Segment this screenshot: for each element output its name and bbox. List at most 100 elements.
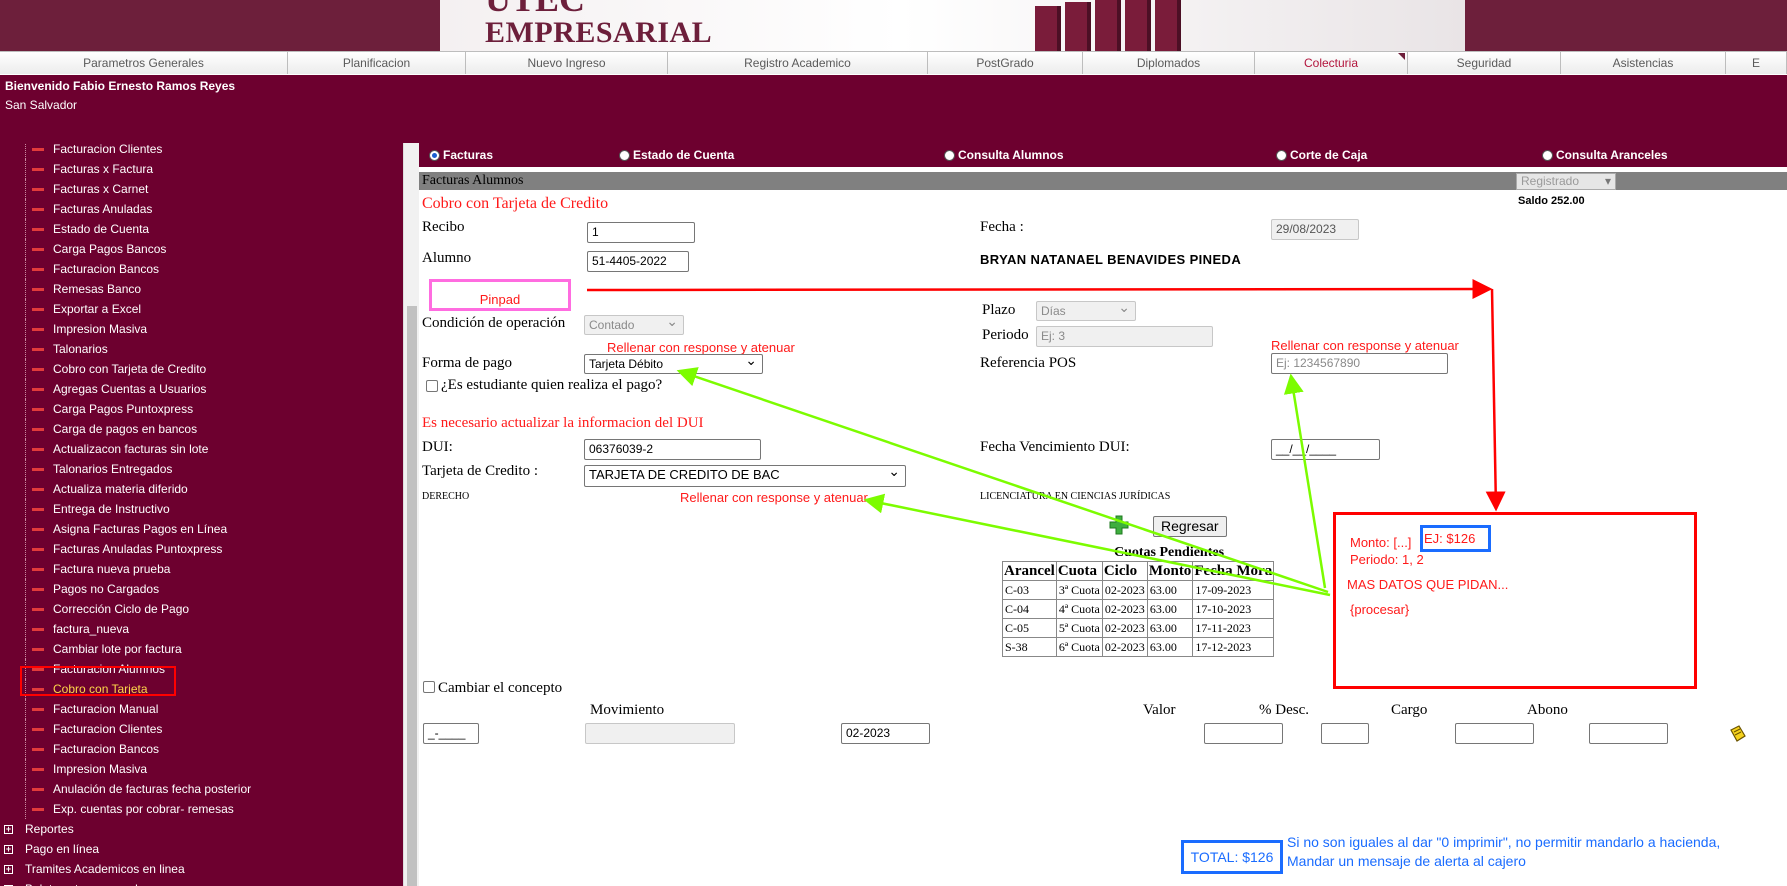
sidebar-item-exp-cuentas-por-cobrar-remesas[interactable]: Exp. cuentas por cobrar- remesas bbox=[0, 799, 395, 819]
sidebar-root-boletas-otros-aranceles[interactable]: +Boletas otros aranceles bbox=[0, 879, 395, 886]
radio-estado-cuenta[interactable]: Estado de Cuenta bbox=[619, 148, 734, 162]
sidebar-scrollbar[interactable] bbox=[403, 143, 419, 886]
dui-input[interactable]: 06376039-2 bbox=[584, 439, 761, 460]
sidebar-item-correccion-ciclo-de-pago[interactable]: Corrección Ciclo de Pago bbox=[0, 599, 395, 619]
sidebar-item-pagos-no-cargados[interactable]: Pagos no Cargados bbox=[0, 579, 395, 599]
cuotas-header-row: Arancel Cuota Ciclo Monto Fecha Mora bbox=[1002, 561, 1275, 581]
sidebar-item-carga-de-pagos-en-bancos[interactable]: Carga de pagos en bancos bbox=[0, 419, 395, 439]
tab-postgrado[interactable]: PostGrado bbox=[928, 52, 1083, 74]
sidebar-root-reportes[interactable]: + Reportes bbox=[0, 819, 395, 839]
pinpad-button[interactable]: Pinpad bbox=[429, 279, 571, 311]
tab-colecturia[interactable]: Colecturia bbox=[1255, 52, 1408, 74]
tab-nuevo-ingreso[interactable]: Nuevo Ingreso bbox=[466, 52, 668, 74]
table-cell: 63.00 bbox=[1146, 580, 1194, 600]
recibo-input[interactable]: 1 bbox=[587, 222, 695, 243]
sidebar-item-actualizacon-facturas-sin-lote[interactable]: Actualizacon facturas sin lote bbox=[0, 439, 395, 459]
total-note-line-2: Mandar un mensaje de alerta al cajero bbox=[1287, 853, 1526, 869]
welcome-user: Bienvenido Fabio Ernesto Ramos Reyes bbox=[5, 79, 236, 93]
tab-registro-academico[interactable]: Registro Academico bbox=[668, 52, 928, 74]
sidebar-item-agregas-cuentas-a-usuarios[interactable]: Agregas Cuentas a Usuarios bbox=[0, 379, 395, 399]
sidebar-scroll-thumb[interactable] bbox=[407, 306, 417, 886]
tarjeta-select[interactable]: TARJETA DE CREDITO DE BAC bbox=[584, 465, 906, 487]
tab-seguridad[interactable]: Seguridad bbox=[1408, 52, 1561, 74]
tab-asistencias[interactable]: Asistencias bbox=[1561, 52, 1726, 74]
add-plus-icon[interactable] bbox=[1109, 515, 1129, 535]
save-note-icon[interactable] bbox=[1729, 725, 1747, 743]
sidebar-item-actualiza-materia-diferido[interactable]: Actualiza materia diferido bbox=[0, 479, 395, 499]
tree-connector bbox=[25, 239, 26, 259]
referencia-input[interactable]: Ej: 1234567890 bbox=[1271, 353, 1448, 374]
tab-more[interactable]: E bbox=[1726, 52, 1787, 74]
cambiar-concepto-checkbox[interactable] bbox=[423, 681, 435, 693]
desc-input[interactable] bbox=[1321, 723, 1369, 744]
sidebar-root-label: Tramites Academicos en linea bbox=[25, 862, 185, 876]
tab-parametros-generales[interactable]: Parametros Generales bbox=[0, 52, 288, 74]
venc-dui-input[interactable]: __/__/____ bbox=[1271, 439, 1380, 460]
menu-dash-icon bbox=[32, 427, 44, 431]
tab-planificacion[interactable]: Planificacion bbox=[288, 52, 466, 74]
dui-warning: Es necesario actualizar la informacion d… bbox=[422, 415, 704, 431]
menu-dash-icon bbox=[32, 147, 44, 151]
fecha-input: 29/08/2023 bbox=[1271, 219, 1359, 240]
table-cell: 63.00 bbox=[1146, 637, 1194, 657]
sidebar-item-impresion-masiva[interactable]: Impresion Masiva bbox=[0, 319, 395, 339]
sidebar-item-factura-nueva-prueba[interactable]: Factura nueva prueba bbox=[0, 559, 395, 579]
table-cell: 5ª Cuota bbox=[1055, 618, 1103, 638]
sidebar-item-anulacion-de-facturas-fecha-posterior[interactable]: Anulación de facturas fecha posterior bbox=[0, 779, 395, 799]
tree-connector bbox=[25, 419, 26, 439]
radio-consulta-aranceles[interactable]: Consulta Aranceles bbox=[1542, 148, 1668, 162]
sidebar-item-facturas-anuladas-puntoxpress[interactable]: Facturas Anuladas Puntoxpress bbox=[0, 539, 395, 559]
sidebar-item-remesas-banco[interactable]: Remesas Banco bbox=[0, 279, 395, 299]
sidebar-item-entrega-de-instructivo[interactable]: Entrega de Instructivo bbox=[0, 499, 395, 519]
sidebar-item-estado-de-cuenta[interactable]: Estado de Cuenta bbox=[0, 219, 395, 239]
menu-dash-icon bbox=[32, 267, 44, 271]
welcome-band: Bienvenido Fabio Ernesto Ramos Reyes San… bbox=[0, 75, 1787, 143]
alumno-input[interactable]: 51-4405-2022 bbox=[587, 251, 689, 272]
sidebar-item-label: Talonarios bbox=[53, 342, 108, 356]
radio-consulta-alumnos[interactable]: Consulta Alumnos bbox=[944, 148, 1064, 162]
sidebar-item-label: Impresion Masiva bbox=[53, 322, 148, 336]
sidebar-item-facturas-x-factura[interactable]: Facturas x Factura bbox=[0, 159, 395, 179]
expand-plus-icon[interactable]: + bbox=[4, 864, 13, 874]
tab-diplomados[interactable]: Diplomados bbox=[1083, 52, 1255, 74]
expand-plus-icon[interactable]: + bbox=[4, 844, 13, 854]
sidebar-item-facturacion-clientes[interactable]: Facturacion Clientes bbox=[0, 143, 395, 159]
sidebar-item-carga-pagos-bancos[interactable]: Carga Pagos Bancos bbox=[0, 239, 395, 259]
cuotas-title: Cuotas Pendientes bbox=[1113, 545, 1225, 560]
cargo-input[interactable] bbox=[1455, 723, 1534, 744]
sidebar-item-facturacion-clientes[interactable]: Facturacion Clientes bbox=[0, 719, 395, 739]
sidebar-item-facturas-x-carnet[interactable]: Facturas x Carnet bbox=[0, 179, 395, 199]
abono-label: Abono bbox=[1527, 702, 1568, 718]
abono-input[interactable] bbox=[1589, 723, 1668, 744]
radio-facturas[interactable]: Facturas bbox=[429, 148, 493, 162]
sidebar-root-pago-en-linea[interactable]: + Pago en línea bbox=[0, 839, 395, 859]
sidebar-item-carga-pagos-puntoxpress[interactable]: Carga Pagos Puntoxpress bbox=[0, 399, 395, 419]
sidebar-item-impresion-masiva[interactable]: Impresion Masiva bbox=[0, 759, 395, 779]
sidebar-item-label: Remesas Banco bbox=[53, 282, 142, 296]
sidebar-item-facturacion-bancos[interactable]: Facturacion Bancos bbox=[0, 259, 395, 279]
sidebar-item-label: Agregas Cuentas a Usuarios bbox=[53, 382, 207, 396]
sidebar-item-factura-nueva[interactable]: factura_nueva bbox=[0, 619, 395, 639]
sidebar-item-facturacion-bancos[interactable]: Facturacion Bancos bbox=[0, 739, 395, 759]
ciclo-input[interactable]: 02-2023 bbox=[841, 723, 930, 744]
sidebar-item-exportar-a-excel[interactable]: Exportar a Excel bbox=[0, 299, 395, 319]
condicion-label: Condición de operación bbox=[422, 315, 566, 331]
sidebar-item-talonarios-entregados[interactable]: Talonarios Entregados bbox=[0, 459, 395, 479]
valor-input[interactable] bbox=[1204, 723, 1283, 744]
sidebar-item-facturacion-manual[interactable]: Facturacion Manual bbox=[0, 699, 395, 719]
regresar-button[interactable]: Regresar bbox=[1153, 516, 1227, 537]
estudiante-checkbox[interactable] bbox=[426, 380, 438, 392]
sidebar-item-talonarios[interactable]: Talonarios bbox=[0, 339, 395, 359]
radio-corte-caja[interactable]: Corte de Caja bbox=[1276, 148, 1367, 162]
sidebar-item-asigna-facturas-pagos-en-linea[interactable]: Asigna Facturas Pagos en Línea bbox=[0, 519, 395, 539]
expand-plus-icon[interactable]: + bbox=[4, 824, 13, 834]
sidebar-item-facturas-anuladas[interactable]: Facturas Anuladas bbox=[0, 199, 395, 219]
radio-label: Estado de Cuenta bbox=[633, 148, 735, 162]
concepto-code-input[interactable]: _-____ bbox=[423, 723, 479, 744]
sidebar-item-label: factura_nueva bbox=[53, 622, 130, 636]
sidebar-root-tramites-academicos-en-linea[interactable]: + Tramites Academicos en linea bbox=[0, 859, 395, 879]
forma-pago-select[interactable]: Tarjeta Débito bbox=[584, 354, 763, 374]
sidebar-item-cambiar-lote-por-factura[interactable]: Cambiar lote por factura bbox=[0, 639, 395, 659]
faculty-text: DERECHO bbox=[422, 491, 470, 502]
sidebar-item-cobro-con-tarjeta-de-credito[interactable]: Cobro con Tarjeta de Credito bbox=[0, 359, 395, 379]
